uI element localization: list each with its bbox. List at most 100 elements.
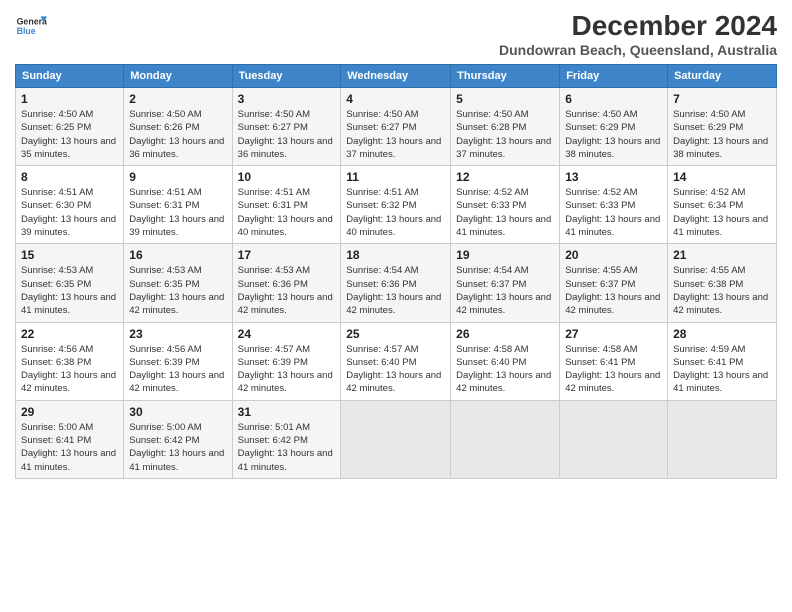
calendar-table: Sunday Monday Tuesday Wednesday Thursday… xyxy=(15,64,777,479)
calendar-week-row-1: 8 Sunrise: 4:51 AMSunset: 6:30 PMDayligh… xyxy=(16,166,777,244)
day-info: Sunrise: 4:51 AMSunset: 6:32 PMDaylight:… xyxy=(346,187,441,238)
day-number: 12 xyxy=(456,170,554,184)
day-number: 16 xyxy=(129,248,226,262)
calendar-cell: 18 Sunrise: 4:54 AMSunset: 6:36 PMDaylig… xyxy=(341,244,451,322)
logo: General Blue xyxy=(15,10,47,42)
calendar-cell: 22 Sunrise: 4:56 AMSunset: 6:38 PMDaylig… xyxy=(16,322,124,400)
calendar-week-row-0: 1 Sunrise: 4:50 AMSunset: 6:25 PMDayligh… xyxy=(16,88,777,166)
day-info: Sunrise: 5:00 AMSunset: 6:41 PMDaylight:… xyxy=(21,422,116,473)
day-number: 24 xyxy=(238,327,336,341)
day-info: Sunrise: 4:50 AMSunset: 6:27 PMDaylight:… xyxy=(238,109,333,160)
day-info: Sunrise: 4:54 AMSunset: 6:36 PMDaylight:… xyxy=(346,265,441,316)
calendar-cell: 12 Sunrise: 4:52 AMSunset: 6:33 PMDaylig… xyxy=(451,166,560,244)
calendar-week-row-3: 22 Sunrise: 4:56 AMSunset: 6:38 PMDaylig… xyxy=(16,322,777,400)
day-number: 18 xyxy=(346,248,445,262)
day-number: 31 xyxy=(238,405,336,419)
day-number: 30 xyxy=(129,405,226,419)
day-number: 25 xyxy=(346,327,445,341)
day-info: Sunrise: 4:50 AMSunset: 6:29 PMDaylight:… xyxy=(565,109,660,160)
day-info: Sunrise: 4:51 AMSunset: 6:31 PMDaylight:… xyxy=(129,187,224,238)
day-number: 13 xyxy=(565,170,662,184)
calendar-cell: 23 Sunrise: 4:56 AMSunset: 6:39 PMDaylig… xyxy=(124,322,232,400)
day-info: Sunrise: 4:53 AMSunset: 6:36 PMDaylight:… xyxy=(238,265,333,316)
day-number: 27 xyxy=(565,327,662,341)
calendar-cell: 30 Sunrise: 5:00 AMSunset: 6:42 PMDaylig… xyxy=(124,400,232,478)
day-info: Sunrise: 4:50 AMSunset: 6:26 PMDaylight:… xyxy=(129,109,224,160)
calendar-cell: 16 Sunrise: 4:53 AMSunset: 6:35 PMDaylig… xyxy=(124,244,232,322)
calendar-cell: 15 Sunrise: 4:53 AMSunset: 6:35 PMDaylig… xyxy=(16,244,124,322)
day-info: Sunrise: 4:52 AMSunset: 6:33 PMDaylight:… xyxy=(565,187,660,238)
day-info: Sunrise: 4:56 AMSunset: 6:39 PMDaylight:… xyxy=(129,344,224,395)
calendar-cell: 8 Sunrise: 4:51 AMSunset: 6:30 PMDayligh… xyxy=(16,166,124,244)
page: General Blue December 2024 Dundowran Bea… xyxy=(0,0,792,612)
day-info: Sunrise: 4:58 AMSunset: 6:41 PMDaylight:… xyxy=(565,344,660,395)
month-title: December 2024 xyxy=(499,10,777,42)
day-info: Sunrise: 4:50 AMSunset: 6:28 PMDaylight:… xyxy=(456,109,551,160)
calendar-cell: 5 Sunrise: 4:50 AMSunset: 6:28 PMDayligh… xyxy=(451,88,560,166)
svg-text:Blue: Blue xyxy=(17,26,36,36)
day-number: 26 xyxy=(456,327,554,341)
day-number: 9 xyxy=(129,170,226,184)
calendar-cell: 28 Sunrise: 4:59 AMSunset: 6:41 PMDaylig… xyxy=(668,322,777,400)
location-title: Dundowran Beach, Queensland, Australia xyxy=(499,42,777,58)
day-number: 7 xyxy=(673,92,771,106)
calendar-cell: 24 Sunrise: 4:57 AMSunset: 6:39 PMDaylig… xyxy=(232,322,341,400)
calendar-cell: 25 Sunrise: 4:57 AMSunset: 6:40 PMDaylig… xyxy=(341,322,451,400)
day-info: Sunrise: 5:00 AMSunset: 6:42 PMDaylight:… xyxy=(129,422,224,473)
calendar-cell: 20 Sunrise: 4:55 AMSunset: 6:37 PMDaylig… xyxy=(560,244,668,322)
day-number: 20 xyxy=(565,248,662,262)
header-thursday: Thursday xyxy=(451,65,560,88)
calendar-cell: 19 Sunrise: 4:54 AMSunset: 6:37 PMDaylig… xyxy=(451,244,560,322)
calendar-cell: 27 Sunrise: 4:58 AMSunset: 6:41 PMDaylig… xyxy=(560,322,668,400)
day-number: 21 xyxy=(673,248,771,262)
day-info: Sunrise: 4:53 AMSunset: 6:35 PMDaylight:… xyxy=(129,265,224,316)
day-info: Sunrise: 4:52 AMSunset: 6:33 PMDaylight:… xyxy=(456,187,551,238)
calendar-cell: 29 Sunrise: 5:00 AMSunset: 6:41 PMDaylig… xyxy=(16,400,124,478)
title-area: December 2024 Dundowran Beach, Queenslan… xyxy=(499,10,777,58)
day-info: Sunrise: 4:51 AMSunset: 6:30 PMDaylight:… xyxy=(21,187,116,238)
header-friday: Friday xyxy=(560,65,668,88)
calendar-cell xyxy=(668,400,777,478)
calendar-cell xyxy=(451,400,560,478)
day-info: Sunrise: 4:50 AMSunset: 6:25 PMDaylight:… xyxy=(21,109,116,160)
day-number: 11 xyxy=(346,170,445,184)
calendar-cell: 1 Sunrise: 4:50 AMSunset: 6:25 PMDayligh… xyxy=(16,88,124,166)
day-number: 19 xyxy=(456,248,554,262)
day-number: 10 xyxy=(238,170,336,184)
day-number: 2 xyxy=(129,92,226,106)
day-info: Sunrise: 4:54 AMSunset: 6:37 PMDaylight:… xyxy=(456,265,551,316)
day-number: 28 xyxy=(673,327,771,341)
calendar-cell: 3 Sunrise: 4:50 AMSunset: 6:27 PMDayligh… xyxy=(232,88,341,166)
day-info: Sunrise: 4:59 AMSunset: 6:41 PMDaylight:… xyxy=(673,344,768,395)
day-info: Sunrise: 4:53 AMSunset: 6:35 PMDaylight:… xyxy=(21,265,116,316)
day-info: Sunrise: 4:50 AMSunset: 6:29 PMDaylight:… xyxy=(673,109,768,160)
calendar-cell: 31 Sunrise: 5:01 AMSunset: 6:42 PMDaylig… xyxy=(232,400,341,478)
day-info: Sunrise: 4:55 AMSunset: 6:38 PMDaylight:… xyxy=(673,265,768,316)
day-number: 15 xyxy=(21,248,118,262)
calendar-cell: 17 Sunrise: 4:53 AMSunset: 6:36 PMDaylig… xyxy=(232,244,341,322)
day-number: 22 xyxy=(21,327,118,341)
day-info: Sunrise: 4:52 AMSunset: 6:34 PMDaylight:… xyxy=(673,187,768,238)
day-number: 23 xyxy=(129,327,226,341)
day-number: 1 xyxy=(21,92,118,106)
calendar-cell xyxy=(560,400,668,478)
day-info: Sunrise: 4:55 AMSunset: 6:37 PMDaylight:… xyxy=(565,265,660,316)
header-wednesday: Wednesday xyxy=(341,65,451,88)
calendar-cell: 7 Sunrise: 4:50 AMSunset: 6:29 PMDayligh… xyxy=(668,88,777,166)
calendar-cell: 9 Sunrise: 4:51 AMSunset: 6:31 PMDayligh… xyxy=(124,166,232,244)
calendar-cell xyxy=(341,400,451,478)
calendar-cell: 21 Sunrise: 4:55 AMSunset: 6:38 PMDaylig… xyxy=(668,244,777,322)
day-info: Sunrise: 4:56 AMSunset: 6:38 PMDaylight:… xyxy=(21,344,116,395)
calendar-cell: 4 Sunrise: 4:50 AMSunset: 6:27 PMDayligh… xyxy=(341,88,451,166)
day-number: 4 xyxy=(346,92,445,106)
calendar-week-row-2: 15 Sunrise: 4:53 AMSunset: 6:35 PMDaylig… xyxy=(16,244,777,322)
weekday-header-row: Sunday Monday Tuesday Wednesday Thursday… xyxy=(16,65,777,88)
day-number: 5 xyxy=(456,92,554,106)
day-number: 17 xyxy=(238,248,336,262)
calendar-cell: 6 Sunrise: 4:50 AMSunset: 6:29 PMDayligh… xyxy=(560,88,668,166)
calendar-cell: 13 Sunrise: 4:52 AMSunset: 6:33 PMDaylig… xyxy=(560,166,668,244)
calendar-cell: 14 Sunrise: 4:52 AMSunset: 6:34 PMDaylig… xyxy=(668,166,777,244)
day-info: Sunrise: 5:01 AMSunset: 6:42 PMDaylight:… xyxy=(238,422,333,473)
calendar-week-row-4: 29 Sunrise: 5:00 AMSunset: 6:41 PMDaylig… xyxy=(16,400,777,478)
day-info: Sunrise: 4:51 AMSunset: 6:31 PMDaylight:… xyxy=(238,187,333,238)
